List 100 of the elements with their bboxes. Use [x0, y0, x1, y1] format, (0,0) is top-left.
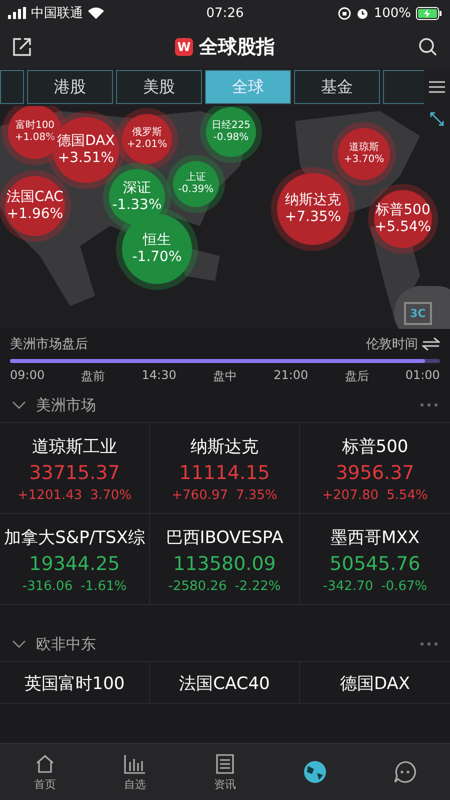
nav-tab[interactable]: 自选 — [90, 744, 180, 800]
market-tab[interactable]: 基金 — [294, 70, 380, 104]
index-percent: 3.70% — [90, 488, 132, 503]
index-percent: -2.22% — [234, 579, 281, 594]
index-change: +1201.43 — [18, 488, 82, 503]
signal-icon — [8, 7, 26, 19]
index-cell[interactable]: 英国富时100 — [0, 662, 150, 703]
index-name: 墨西哥MXX — [330, 527, 420, 549]
index-change: -342.70 — [322, 579, 374, 594]
index-cell[interactable]: 道琼斯工业 33715.37 +1201.43 3.70% — [0, 423, 150, 513]
index-percent: 5.54% — [386, 488, 428, 503]
index-bubble[interactable]: 标普500 +5.54% — [374, 190, 432, 248]
index-cell[interactable]: 标普500 3956.37 +207.80 5.54% — [300, 423, 450, 513]
rotation-lock-icon — [338, 6, 351, 20]
index-price: 33715.37 — [29, 462, 120, 484]
battery-charging-icon — [416, 6, 442, 20]
index-change: -0.39% — [178, 184, 214, 196]
search-icon[interactable] — [418, 37, 438, 57]
index-cell[interactable]: 加拿大S&P/TSX综 19344.25 -316.06 -1.61% — [0, 514, 150, 604]
bar-chart-icon — [123, 752, 147, 774]
index-name: 深证 — [123, 180, 151, 197]
time-tick: 盘中 — [212, 368, 237, 385]
index-price: 50545.76 — [330, 553, 420, 575]
more-icon[interactable] — [420, 642, 438, 646]
battery-percent: 100% — [374, 6, 411, 20]
time-tick: 盘后 — [344, 368, 369, 385]
index-change: -1.33% — [112, 197, 162, 214]
index-cell[interactable]: 法国CAC40 — [150, 662, 300, 703]
timezone-label: 伦敦时间 — [366, 336, 418, 353]
document-icon — [214, 752, 236, 774]
session-label: 美洲市场盘后 — [10, 336, 88, 353]
index-name: 恒生 — [143, 232, 171, 249]
index-name: 道琼斯 — [349, 142, 379, 154]
index-price: 3956.37 — [336, 462, 414, 484]
section-title: 美洲市场 — [36, 396, 97, 414]
index-name: 日经225 — [211, 120, 251, 132]
index-name: 上证 — [186, 172, 206, 184]
clock-time: 07:26 — [206, 6, 244, 20]
index-bubble[interactable]: 日经225 -0.98% — [206, 107, 256, 157]
view-3d-button[interactable]: 3C — [394, 286, 450, 329]
index-bubble[interactable]: 恒生 -1.70% — [122, 214, 192, 284]
index-percent: -0.67% — [381, 579, 428, 594]
index-name: 加拿大S&P/TSX综 — [4, 527, 145, 549]
nav-tab[interactable]: 资讯 — [180, 744, 270, 800]
index-cell[interactable]: 纳斯达克 11114.15 +760.97 7.35% — [150, 423, 300, 513]
index-cell[interactable]: 墨西哥MXX 50545.76 -342.70 -0.67% — [300, 514, 450, 604]
carrier-name: 中国联通 — [31, 5, 83, 22]
index-name: 法国CAC — [6, 189, 64, 206]
section-title: 欧非中东 — [36, 634, 97, 654]
switch-icon[interactable] — [422, 337, 440, 351]
index-name: 纳斯达克 — [190, 436, 258, 458]
index-percent: -1.61% — [80, 579, 127, 594]
index-change: -316.06 — [22, 579, 73, 594]
page-title: 全球股指 — [199, 35, 275, 60]
index-name: 德国DAX — [340, 673, 410, 695]
index-percent: 7.35% — [236, 488, 278, 503]
index-change: +5.54% — [374, 219, 432, 236]
nav-tab[interactable]: 首页 — [0, 744, 90, 800]
expand-icon[interactable] — [430, 112, 444, 126]
home-icon — [34, 752, 56, 774]
index-name: 道琼斯工业 — [32, 436, 117, 458]
app-logo: W — [175, 38, 193, 56]
wifi-icon — [88, 7, 104, 19]
index-name: 纳斯达克 — [285, 192, 341, 209]
index-bubble[interactable]: 纳斯达克 +7.35% — [277, 173, 349, 245]
index-change: +760.97 — [172, 488, 228, 503]
index-change: +207.80 — [322, 488, 379, 503]
index-change: -0.98% — [213, 132, 249, 144]
alarm-icon — [356, 6, 369, 20]
index-change: +1.08% — [14, 132, 56, 144]
index-cell[interactable]: 巴西IBOVESPA 113580.09 -2580.26 -2.22% — [150, 514, 300, 604]
more-icon[interactable] — [420, 403, 438, 407]
time-tick: 09:00 — [10, 368, 45, 384]
index-name: 法国CAC40 — [179, 673, 270, 695]
index-name: 英国富时100 — [24, 673, 125, 695]
chevron-icon[interactable] — [12, 639, 26, 649]
index-price: 19344.25 — [29, 553, 120, 575]
menu-icon[interactable] — [429, 81, 445, 93]
time-tick: 14:30 — [142, 368, 176, 384]
index-name: 富时100 — [15, 120, 55, 132]
globe-icon — [303, 760, 327, 784]
chat-icon — [393, 760, 417, 784]
index-name: 俄罗斯 — [132, 127, 162, 139]
time-tick: 盘前 — [81, 368, 106, 385]
market-tab[interactable]: 美股 — [116, 70, 202, 104]
market-tab[interactable]: 港股 — [27, 70, 113, 104]
share-icon[interactable] — [12, 37, 32, 57]
index-change: +7.35% — [284, 209, 342, 226]
index-cell[interactable]: 德国DAX — [300, 662, 450, 703]
index-change: -2580.26 — [168, 579, 227, 594]
index-name: 巴西IBOVESPA — [166, 527, 284, 549]
index-name: 标普500 — [376, 202, 430, 219]
chevron-icon[interactable] — [12, 400, 26, 410]
index-change: -1.70% — [132, 249, 182, 266]
index-change: +1.96% — [6, 206, 64, 223]
time-tick: 21:00 — [274, 368, 308, 384]
index-change: +2.01% — [126, 139, 168, 151]
index-change: +3.70% — [344, 154, 384, 166]
index-price: 113580.09 — [173, 553, 276, 575]
index-price: 11114.15 — [179, 462, 270, 484]
